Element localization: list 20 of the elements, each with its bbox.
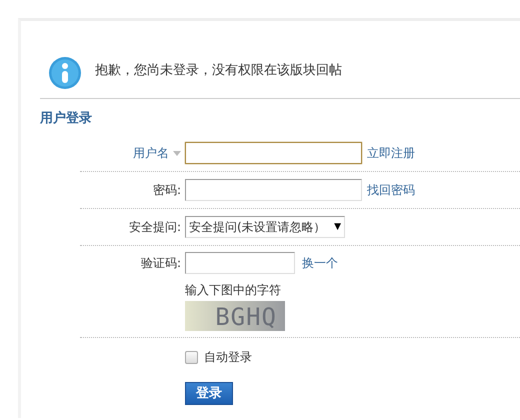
refresh-captcha-link[interactable]: 换一个 <box>302 254 338 272</box>
recover-password-link[interactable]: 找回密码 <box>367 182 415 198</box>
captcha-field[interactable] <box>185 252 295 274</box>
captcha-image: BGHQ <box>185 301 285 331</box>
info-icon <box>48 56 82 90</box>
notice-message: 抱歉，您尚未登录，没有权限在该版块回帖 <box>95 62 342 79</box>
section-title: 用户登录 <box>40 110 93 127</box>
login-button[interactable]: 登录 <box>185 382 233 404</box>
auto-login-checkbox[interactable] <box>185 350 198 364</box>
register-link[interactable]: 立即注册 <box>367 144 415 162</box>
username-label: 用户名 <box>133 144 169 162</box>
security-question-dropdown[interactable]: 安全提问(未设置请忽略） ▼ <box>185 216 345 238</box>
password-label: 密码: <box>152 182 181 198</box>
username-field[interactable] <box>185 142 362 164</box>
auto-login-label: 自动登录 <box>204 348 252 366</box>
caret-icon[interactable] <box>173 150 181 156</box>
password-field[interactable] <box>185 179 362 201</box>
captcha-hint: 输入下图中的字符 <box>185 282 282 299</box>
security-question-label: 安全提问: <box>128 218 181 236</box>
captcha-label: 验证码: <box>140 254 181 272</box>
